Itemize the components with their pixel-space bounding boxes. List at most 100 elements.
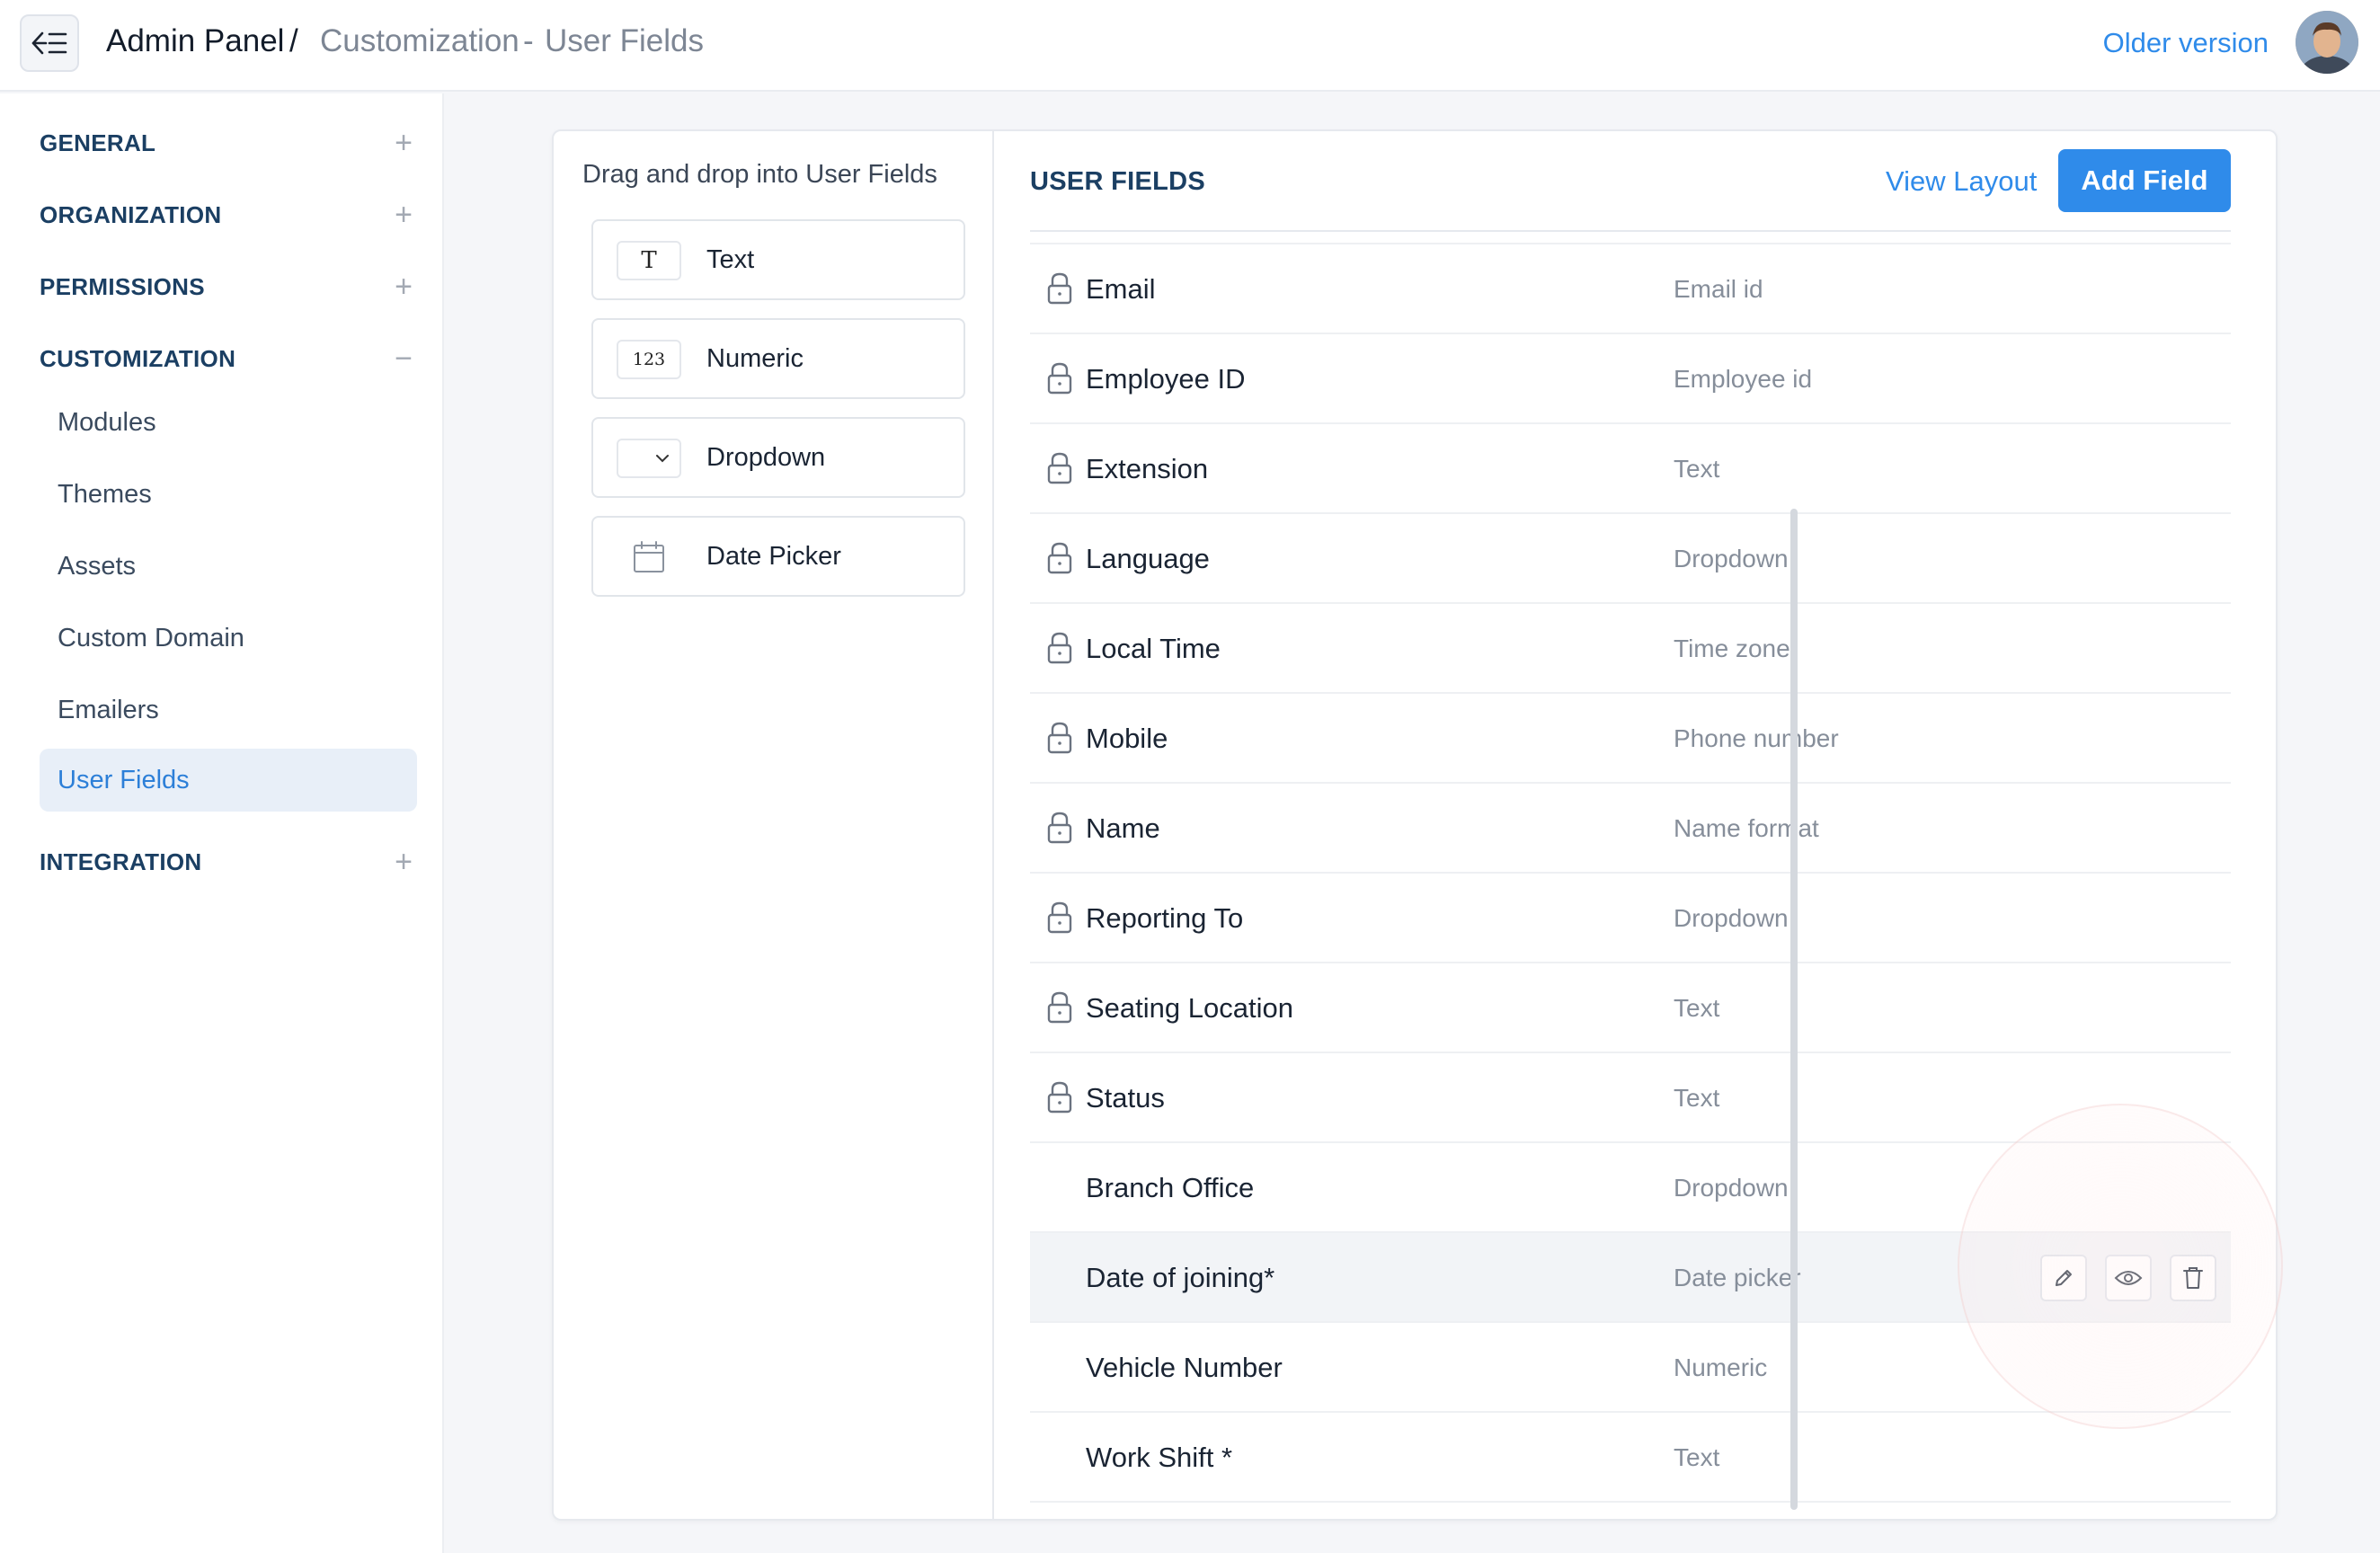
field-name: Seating Location bbox=[1086, 992, 1293, 1024]
palette-title: Drag and drop into User Fields bbox=[582, 160, 937, 189]
table-row[interactable]: Extension Text bbox=[1030, 424, 2231, 514]
text-type-icon: T bbox=[617, 241, 681, 280]
top-header: Admin Panel / Customization - User Field… bbox=[0, 0, 2380, 92]
field-type: Text bbox=[1674, 1443, 1720, 1471]
sidebar-section-permissions[interactable]: PERMISSIONS + bbox=[40, 264, 417, 309]
user-fields-panel: Drag and drop into User Fields T Text 12… bbox=[552, 129, 2278, 1521]
section-label: GENERAL bbox=[40, 129, 156, 156]
lock-icon bbox=[1044, 361, 1075, 395]
numeric-type-icon: 123 bbox=[617, 340, 681, 379]
field-name: Email bbox=[1086, 273, 1156, 305]
table-row[interactable]: Date of joining* Date picker bbox=[1030, 1233, 2231, 1323]
field-name: Vehicle Number bbox=[1086, 1352, 1283, 1383]
lock-icon bbox=[1044, 811, 1075, 845]
breadcrumb-section: Customization bbox=[320, 23, 520, 58]
plus-icon[interactable]: + bbox=[390, 271, 417, 302]
field-type: Email id bbox=[1674, 275, 1763, 303]
table-row[interactable]: Local Time Time zone bbox=[1030, 604, 2231, 694]
section-label: PERMISSIONS bbox=[40, 272, 205, 300]
sidebar-item-modules[interactable]: Modules bbox=[40, 391, 417, 454]
palette-item-label: Text bbox=[706, 244, 755, 274]
table-row[interactable]: Mobile Phone number bbox=[1030, 694, 2231, 784]
edit-button[interactable] bbox=[2040, 1255, 2087, 1301]
palette-item-label: Numeric bbox=[706, 343, 804, 373]
table-row[interactable]: Vehicle Number Numeric bbox=[1030, 1323, 2231, 1413]
sidebar-collapse-icon bbox=[31, 31, 67, 55]
field-palette: Drag and drop into User Fields T Text 12… bbox=[554, 131, 994, 1519]
sidebar-collapse-button[interactable] bbox=[20, 14, 79, 72]
numeric-icon-glyph: 123 bbox=[632, 350, 666, 369]
field-name: Mobile bbox=[1086, 723, 1168, 754]
sidebar-item-emailers[interactable]: Emailers bbox=[40, 679, 417, 741]
field-name: Employee ID bbox=[1086, 363, 1246, 395]
table-row[interactable]: Work Shift * Text bbox=[1030, 1413, 2231, 1503]
sidebar-item-custom-domain[interactable]: Custom Domain bbox=[40, 607, 417, 670]
sidebar-item-assets[interactable]: Assets bbox=[40, 535, 417, 598]
field-type: Text bbox=[1674, 1084, 1720, 1112]
trash-button[interactable] bbox=[2170, 1255, 2216, 1301]
dropdown-type-icon bbox=[617, 439, 681, 478]
lock-icon bbox=[1044, 901, 1075, 935]
eye-icon bbox=[2114, 1267, 2143, 1289]
sidebar-section-organization[interactable]: ORGANIZATION + bbox=[40, 192, 417, 237]
divider bbox=[1030, 230, 2231, 232]
plus-icon[interactable]: + bbox=[390, 847, 417, 877]
field-name: Name bbox=[1086, 812, 1160, 844]
field-type: Dropdown bbox=[1674, 904, 1789, 932]
section-label: ORGANIZATION bbox=[40, 200, 222, 228]
sidebar-item-user-fields[interactable]: User Fields bbox=[40, 749, 417, 812]
view-layout-link[interactable]: View Layout bbox=[1886, 165, 2037, 198]
breadcrumb-root[interactable]: Admin Panel bbox=[106, 23, 284, 59]
palette-item-label: Dropdown bbox=[706, 442, 826, 472]
eye-button[interactable] bbox=[2105, 1255, 2152, 1301]
trash-icon bbox=[2181, 1265, 2205, 1291]
table-row[interactable]: Status Text bbox=[1030, 1053, 2231, 1143]
table-row[interactable]: Branch Office Dropdown bbox=[1030, 1143, 2231, 1233]
chevron-down-icon bbox=[656, 455, 669, 463]
sidebar-section-integration[interactable]: INTEGRATION + bbox=[40, 839, 417, 884]
lock-icon bbox=[1044, 631, 1075, 665]
field-name: Status bbox=[1086, 1082, 1165, 1114]
section-label: CUSTOMIZATION bbox=[40, 344, 236, 372]
text-icon-glyph: T bbox=[641, 247, 657, 274]
add-field-button[interactable]: Add Field bbox=[2058, 149, 2231, 212]
lock-icon bbox=[1044, 990, 1075, 1025]
palette-item-label: Date Picker bbox=[706, 541, 841, 571]
older-version-link[interactable]: Older version bbox=[2103, 27, 2269, 59]
lock-icon bbox=[1044, 541, 1075, 575]
breadcrumb-separator: / bbox=[289, 23, 298, 58]
minus-icon[interactable]: − bbox=[390, 343, 417, 374]
breadcrumb-page: User Fields bbox=[545, 23, 704, 58]
field-name: Extension bbox=[1086, 453, 1209, 484]
plus-icon[interactable]: + bbox=[390, 128, 417, 158]
user-fields-title: USER FIELDS bbox=[1030, 167, 1206, 196]
row-actions bbox=[2040, 1255, 2216, 1301]
table-row[interactable]: Seating Location Text bbox=[1030, 963, 2231, 1053]
fields-scrollbar[interactable] bbox=[1790, 509, 1798, 1510]
field-type: Time zone bbox=[1674, 635, 1790, 662]
field-name: Local Time bbox=[1086, 633, 1221, 664]
lock-icon bbox=[1044, 721, 1075, 755]
table-row[interactable]: Language Dropdown bbox=[1030, 514, 2231, 604]
sidebar-item-themes[interactable]: Themes bbox=[40, 463, 417, 526]
table-row[interactable]: Employee ID Employee id bbox=[1030, 334, 2231, 424]
section-label: INTEGRATION bbox=[40, 847, 202, 875]
palette-item-date-picker[interactable]: Date Picker bbox=[591, 516, 965, 597]
table-row[interactable]: Name Name format bbox=[1030, 784, 2231, 874]
field-name: Reporting To bbox=[1086, 902, 1244, 934]
plus-icon[interactable]: + bbox=[390, 200, 417, 230]
palette-item-text[interactable]: T Text bbox=[591, 219, 965, 300]
user-avatar[interactable] bbox=[2296, 11, 2358, 74]
sidebar-section-customization[interactable]: CUSTOMIZATION − bbox=[40, 336, 417, 381]
lock-icon bbox=[1044, 451, 1075, 485]
table-row[interactable]: Reporting To Dropdown bbox=[1030, 874, 2231, 963]
edit-icon bbox=[2051, 1265, 2076, 1291]
table-row[interactable]: Email Email id bbox=[1030, 244, 2231, 334]
field-type: Date picker bbox=[1674, 1264, 1801, 1291]
palette-item-numeric[interactable]: 123 Numeric bbox=[591, 318, 965, 399]
sidebar-section-general[interactable]: GENERAL + bbox=[40, 120, 417, 165]
user-fields-table: Email Email id Employee ID Employee id Exten… bbox=[1030, 244, 2231, 1503]
palette-item-dropdown[interactable]: Dropdown bbox=[591, 417, 965, 498]
field-name: Language bbox=[1086, 543, 1210, 574]
sidebar: GENERAL + ORGANIZATION + PERMISSIONS + C… bbox=[0, 93, 444, 1553]
